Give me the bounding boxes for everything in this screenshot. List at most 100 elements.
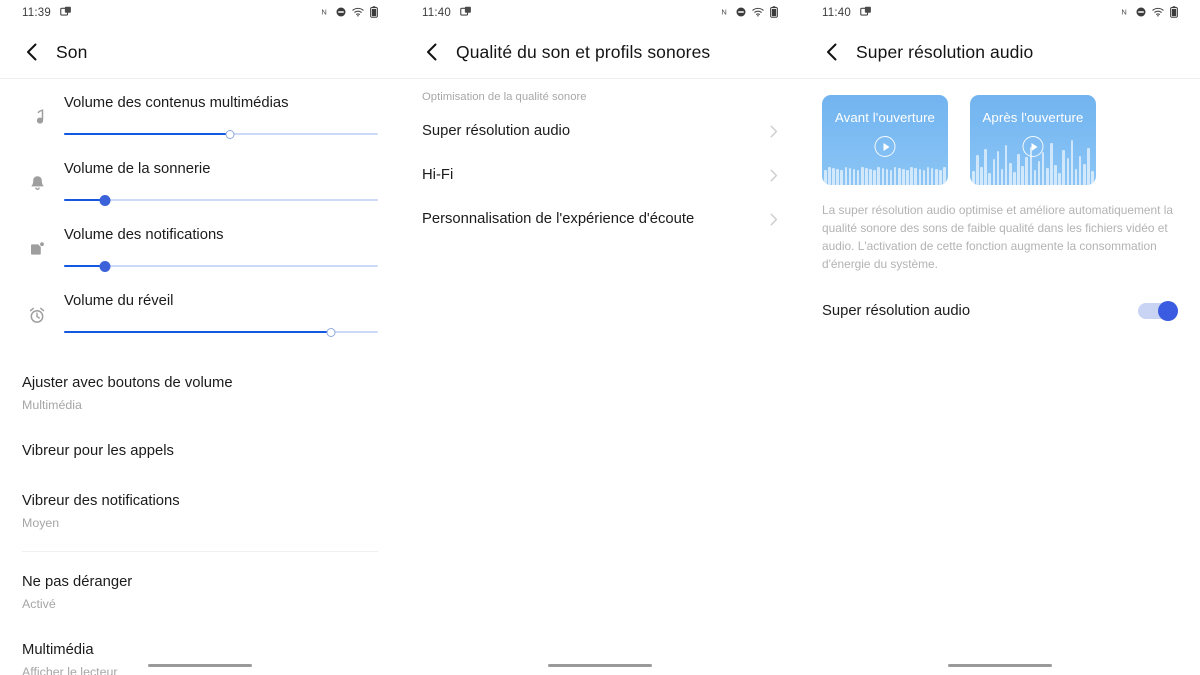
waveform-bar xyxy=(1037,161,1041,185)
status-bar-right: N xyxy=(321,5,378,21)
waveform-bar xyxy=(860,167,864,185)
status-bar-right: N xyxy=(721,5,778,21)
nfc-icon: N xyxy=(1121,7,1130,20)
waveform-bar xyxy=(824,170,827,185)
waveform-bar xyxy=(1029,147,1033,185)
card-before-title: Avant l'ouverture xyxy=(834,110,935,125)
waveform-bar xyxy=(1004,145,1008,185)
list-item-do-not-disturb[interactable]: Ne pas déranger Activé xyxy=(0,558,400,626)
wifi-icon xyxy=(1152,7,1164,20)
back-arrow-icon[interactable] xyxy=(422,42,442,62)
waveform-bar xyxy=(1091,171,1094,185)
screenshot-icon xyxy=(460,6,472,21)
waveform-bar xyxy=(1070,140,1074,185)
waveform-bar xyxy=(1062,150,1065,185)
card-after[interactable]: Après l'ouverture xyxy=(970,95,1096,185)
super-resolution-toggle[interactable] xyxy=(1138,301,1178,322)
status-bar-left: 11:40 xyxy=(422,6,472,21)
volume-slider-notifications[interactable] xyxy=(64,259,378,273)
list-item-call-vibration[interactable]: Vibreur pour les appels xyxy=(0,427,400,477)
list-item-title: Vibreur des notifications xyxy=(22,492,180,509)
waveform-bar xyxy=(976,155,979,185)
list-item-notification-vibration[interactable]: Vibreur des notifications Moyen xyxy=(0,477,400,545)
screenshot-icon xyxy=(60,6,72,21)
nav-item-label: Personnalisation de l'expérience d'écout… xyxy=(422,211,695,227)
home-indicator xyxy=(148,663,252,667)
back-arrow-icon[interactable] xyxy=(22,42,42,62)
waveform-bar xyxy=(1087,148,1090,185)
three-phone-screenshots: 11:39 N Son Volume des contenus multiméd… xyxy=(0,0,1200,675)
nav-item-hifi[interactable]: Hi-Fi xyxy=(400,153,800,197)
waveform-bar xyxy=(844,167,848,185)
waveform-bar xyxy=(1074,169,1078,185)
slider-thumb[interactable] xyxy=(99,260,111,272)
svg-text:N: N xyxy=(1121,7,1127,16)
status-bar-right: N xyxy=(1121,5,1178,21)
volume-row-ringtone: Volume de la sonnerie xyxy=(0,145,400,211)
waveform-bar xyxy=(852,169,856,185)
section-caption: Optimisation de la qualité sonore xyxy=(422,91,587,103)
waveform-bar xyxy=(877,167,881,185)
waveform-bar xyxy=(1082,164,1086,185)
volume-label-notifications: Volume des notifications xyxy=(64,227,224,243)
waveform-bar xyxy=(836,169,839,185)
waveform-bar xyxy=(1017,154,1020,185)
status-bar-left: 11:40 xyxy=(822,6,872,21)
volume-slider-alarm[interactable] xyxy=(64,325,378,339)
volume-slider-media[interactable] xyxy=(64,127,378,141)
nav-item-label: Super résolution audio xyxy=(422,123,571,139)
waveform-after xyxy=(972,137,1094,185)
list-item-media[interactable]: Multimédia Afficher le lecteur xyxy=(0,626,400,675)
waveform-bar xyxy=(922,170,926,185)
sound-content: Volume des contenus multimédias Volume d… xyxy=(0,79,400,675)
screen-sound-settings: 11:39 N Son Volume des contenus multiméd… xyxy=(0,0,400,675)
list-item-subtitle: Multimédia xyxy=(22,397,82,412)
status-time: 11:40 xyxy=(822,7,851,19)
preview-cards: Avant l'ouverture Après l'ouverture xyxy=(800,79,1200,185)
screen-audio-super-resolution: 11:40 N Super résolution audio Avant l'o… xyxy=(800,0,1200,675)
waveform-bar xyxy=(828,167,831,185)
battery-icon xyxy=(770,5,778,21)
screenshot-icon xyxy=(860,6,872,21)
dnd-icon xyxy=(736,7,746,20)
volume-slider-ringtone[interactable] xyxy=(64,193,378,207)
waveform-bar xyxy=(885,169,889,185)
nav-item-listening-personalization[interactable]: Personnalisation de l'expérience d'écout… xyxy=(400,197,800,241)
toggle-label: Super résolution audio xyxy=(822,303,971,320)
waveform-bar xyxy=(897,168,901,185)
waveform-bar xyxy=(930,168,934,185)
waveform-bar xyxy=(832,168,835,185)
card-before[interactable]: Avant l'ouverture xyxy=(822,95,948,185)
home-indicator xyxy=(548,663,652,667)
waveform-bar xyxy=(848,168,852,185)
page-title: Qualité du son et profils sonores xyxy=(456,41,711,62)
nav-item-audio-super-resolution[interactable]: Super résolution audio xyxy=(400,109,800,153)
nav-item-label: Hi-Fi xyxy=(422,167,454,183)
waveform-bar xyxy=(939,170,942,185)
waveform-bar xyxy=(856,170,860,185)
battery-icon xyxy=(1170,5,1178,21)
waveform-bar xyxy=(926,167,930,185)
volume-row-alarm: Volume du réveil xyxy=(0,277,400,343)
waveform-bar xyxy=(1008,163,1012,185)
waveform-bar xyxy=(1033,170,1037,185)
slider-thumb[interactable] xyxy=(326,327,336,337)
waveform-bar xyxy=(869,169,872,185)
list-item-title: Ne pas déranger xyxy=(22,573,133,590)
volume-label-media: Volume des contenus multimédias xyxy=(64,95,289,111)
slider-thumb[interactable] xyxy=(99,194,111,206)
waveform-bar xyxy=(992,159,996,185)
slider-thumb[interactable] xyxy=(225,129,235,139)
chevron-right-icon xyxy=(770,213,778,226)
waveform-before xyxy=(824,137,946,185)
list-item-volume-buttons[interactable]: Ajuster avec boutons de volume Multimédi… xyxy=(0,359,400,427)
back-arrow-icon[interactable] xyxy=(822,42,842,62)
list-item-subtitle: Moyen xyxy=(22,515,60,530)
list-item-subtitle: Activé xyxy=(22,596,56,611)
nfc-icon: N xyxy=(721,7,730,20)
music-note-icon xyxy=(22,109,52,126)
svg-text:N: N xyxy=(721,7,727,16)
slider-track xyxy=(64,199,378,201)
card-after-title: Après l'ouverture xyxy=(982,110,1084,125)
header-sound-quality: Qualité du son et profils sonores xyxy=(400,26,800,78)
